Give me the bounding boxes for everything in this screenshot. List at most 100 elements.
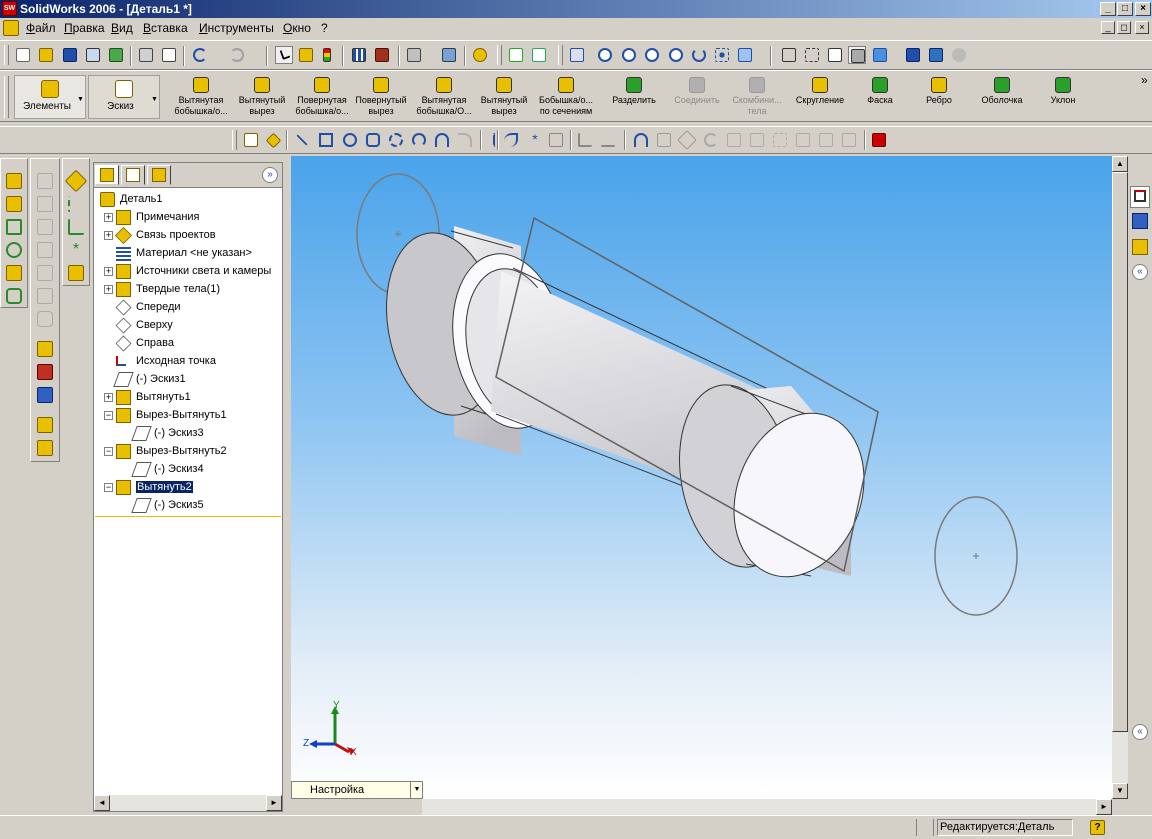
scroll-right-button[interactable]: ► bbox=[1096, 799, 1112, 815]
make-drawing-button[interactable] bbox=[84, 46, 102, 64]
open-button[interactable] bbox=[37, 46, 55, 64]
reference-geometry-button[interactable] bbox=[507, 46, 525, 64]
feature-button-11[interactable]: Фаска bbox=[852, 74, 908, 120]
print-button[interactable] bbox=[137, 46, 155, 64]
plane-icon[interactable] bbox=[64, 169, 88, 193]
toolbar-grip[interactable] bbox=[558, 45, 563, 65]
pan-button[interactable] bbox=[713, 46, 731, 64]
mdi-close-button[interactable]: × bbox=[1135, 21, 1149, 34]
tree-expander[interactable]: + bbox=[104, 267, 113, 276]
tree-item[interactable]: (-) Эскиз1 bbox=[94, 371, 280, 389]
line-button[interactable] bbox=[293, 131, 311, 149]
feature-button-3[interactable]: Повернутый вырез bbox=[352, 74, 410, 120]
tree-expander[interactable]: + bbox=[104, 231, 113, 240]
toolbar-overflow-button[interactable]: » bbox=[1141, 73, 1148, 87]
tree-item[interactable]: − Вырез-Вытянуть1 bbox=[94, 407, 280, 425]
feature-button-8[interactable]: Соединить bbox=[668, 74, 726, 120]
tree-item[interactable]: + Источники света и камеры bbox=[94, 263, 280, 281]
add-relation-button[interactable] bbox=[576, 131, 594, 149]
mdi-restore-button[interactable]: ◻ bbox=[1117, 21, 1131, 34]
tree-item[interactable]: Справа bbox=[94, 335, 280, 353]
shadows-button[interactable] bbox=[904, 46, 922, 64]
tab-feature-manager[interactable] bbox=[95, 165, 119, 185]
menu-window[interactable]: Окно bbox=[283, 21, 311, 35]
feature-button-13[interactable]: Оболочка bbox=[976, 74, 1028, 120]
assembly-mate-icon[interactable] bbox=[37, 387, 53, 403]
revolve-icon[interactable] bbox=[6, 219, 22, 235]
left-view-icon[interactable] bbox=[37, 219, 53, 235]
centerpoint-arc-button[interactable] bbox=[387, 131, 405, 149]
tree-item[interactable]: Материал <не указан> bbox=[94, 245, 280, 263]
zoom-area-button[interactable] bbox=[620, 46, 638, 64]
viewport-horizontal-scrollbar[interactable]: ► bbox=[422, 799, 1112, 815]
maximize-button[interactable]: □ bbox=[1117, 2, 1133, 16]
tab-property-manager[interactable] bbox=[121, 165, 145, 185]
tree-item[interactable]: − Вытянуть2 bbox=[94, 479, 280, 497]
rotate-view-button[interactable] bbox=[690, 46, 708, 64]
zoom-to-fit-button[interactable] bbox=[596, 46, 614, 64]
display-relations-button[interactable] bbox=[599, 131, 617, 149]
tree-item[interactable]: (-) Эскиз4 bbox=[94, 461, 280, 479]
extruded-cut-icon[interactable] bbox=[6, 196, 22, 212]
sketch-fillet-button[interactable] bbox=[456, 131, 474, 149]
tree-item[interactable]: − Вырез-Вытянуть2 bbox=[94, 443, 280, 461]
hidden-lines-visible-button[interactable] bbox=[803, 46, 821, 64]
feature-button-5[interactable]: Вытянутый вырез bbox=[476, 74, 532, 120]
3d-sketch-button[interactable] bbox=[870, 131, 888, 149]
menu-tools[interactable]: Инструменты bbox=[199, 21, 274, 35]
axis-icon[interactable] bbox=[68, 196, 84, 212]
tree-item[interactable]: (-) Эскиз5 bbox=[94, 497, 280, 515]
tree-expander[interactable]: − bbox=[104, 447, 113, 456]
tree-item[interactable]: (-) Эскиз3 bbox=[94, 425, 280, 443]
circle-button[interactable] bbox=[341, 131, 359, 149]
task-pane-collapse-bottom-button[interactable]: « bbox=[1132, 724, 1148, 740]
help-button[interactable] bbox=[471, 46, 489, 64]
smart-dimension-button[interactable] bbox=[264, 131, 282, 149]
section-view-button[interactable] bbox=[927, 46, 945, 64]
move-button[interactable] bbox=[817, 131, 835, 149]
file-explorer-icon[interactable] bbox=[1132, 239, 1148, 255]
linear-pattern-button[interactable] bbox=[794, 131, 812, 149]
point-button[interactable]: * bbox=[526, 131, 544, 149]
select-button[interactable] bbox=[275, 46, 293, 64]
tree-item[interactable]: Исходная точка bbox=[94, 353, 280, 371]
tab-sketch[interactable]: Эскиз ▼ bbox=[88, 75, 160, 119]
top-view-icon[interactable] bbox=[37, 265, 53, 281]
isometric-view-icon[interactable] bbox=[37, 311, 53, 327]
front-view-icon[interactable] bbox=[37, 173, 53, 189]
tree-scroll-left-button[interactable]: ◄ bbox=[94, 795, 110, 811]
helix-icon[interactable] bbox=[6, 288, 22, 304]
document-icon[interactable] bbox=[3, 20, 19, 36]
toolbar-grip[interactable] bbox=[497, 45, 502, 65]
realview-button[interactable] bbox=[950, 46, 968, 64]
feature-button-6[interactable]: Бобышка/о... по сечениям bbox=[536, 74, 596, 120]
extend-button[interactable] bbox=[725, 131, 743, 149]
hidden-lines-removed-button[interactable] bbox=[826, 46, 844, 64]
menu-view[interactable]: Вид bbox=[111, 21, 133, 35]
chevron-down-icon[interactable]: ▼ bbox=[410, 782, 423, 798]
new-button[interactable] bbox=[14, 46, 32, 64]
customize-button[interactable] bbox=[440, 46, 458, 64]
tree-item[interactable]: Деталь1 bbox=[94, 191, 280, 209]
offset-entities-button[interactable] bbox=[677, 130, 697, 150]
spline-button[interactable] bbox=[502, 131, 520, 149]
feature-b-icon[interactable] bbox=[37, 440, 53, 456]
solidworks-app-icon[interactable]: SW bbox=[2, 1, 17, 16]
bottom-view-icon[interactable] bbox=[37, 288, 53, 304]
options-button[interactable] bbox=[405, 46, 423, 64]
mdi-minimize-button[interactable]: _ bbox=[1101, 21, 1115, 34]
sketch-circle-lower[interactable] bbox=[934, 496, 1018, 616]
tangent-arc-button[interactable] bbox=[410, 131, 428, 149]
zoom-in-out-button[interactable] bbox=[643, 46, 661, 64]
view-orientation-button[interactable] bbox=[736, 46, 754, 64]
redo-button[interactable] bbox=[228, 46, 246, 64]
rollback-bar[interactable] bbox=[95, 516, 281, 517]
edit-sketch-icon[interactable] bbox=[37, 341, 53, 357]
mate-reference-icon[interactable] bbox=[68, 265, 84, 281]
task-pane-home-tab[interactable] bbox=[1130, 186, 1150, 208]
configuration-dropdown[interactable]: Настройка ▼ bbox=[291, 781, 423, 799]
tree-item[interactable]: + Связь проектов bbox=[94, 227, 280, 245]
tree-item[interactable]: + Вытянуть1 bbox=[94, 389, 280, 407]
scroll-up-button[interactable]: ▲ bbox=[1112, 156, 1128, 172]
design-library-icon[interactable] bbox=[1132, 213, 1148, 229]
